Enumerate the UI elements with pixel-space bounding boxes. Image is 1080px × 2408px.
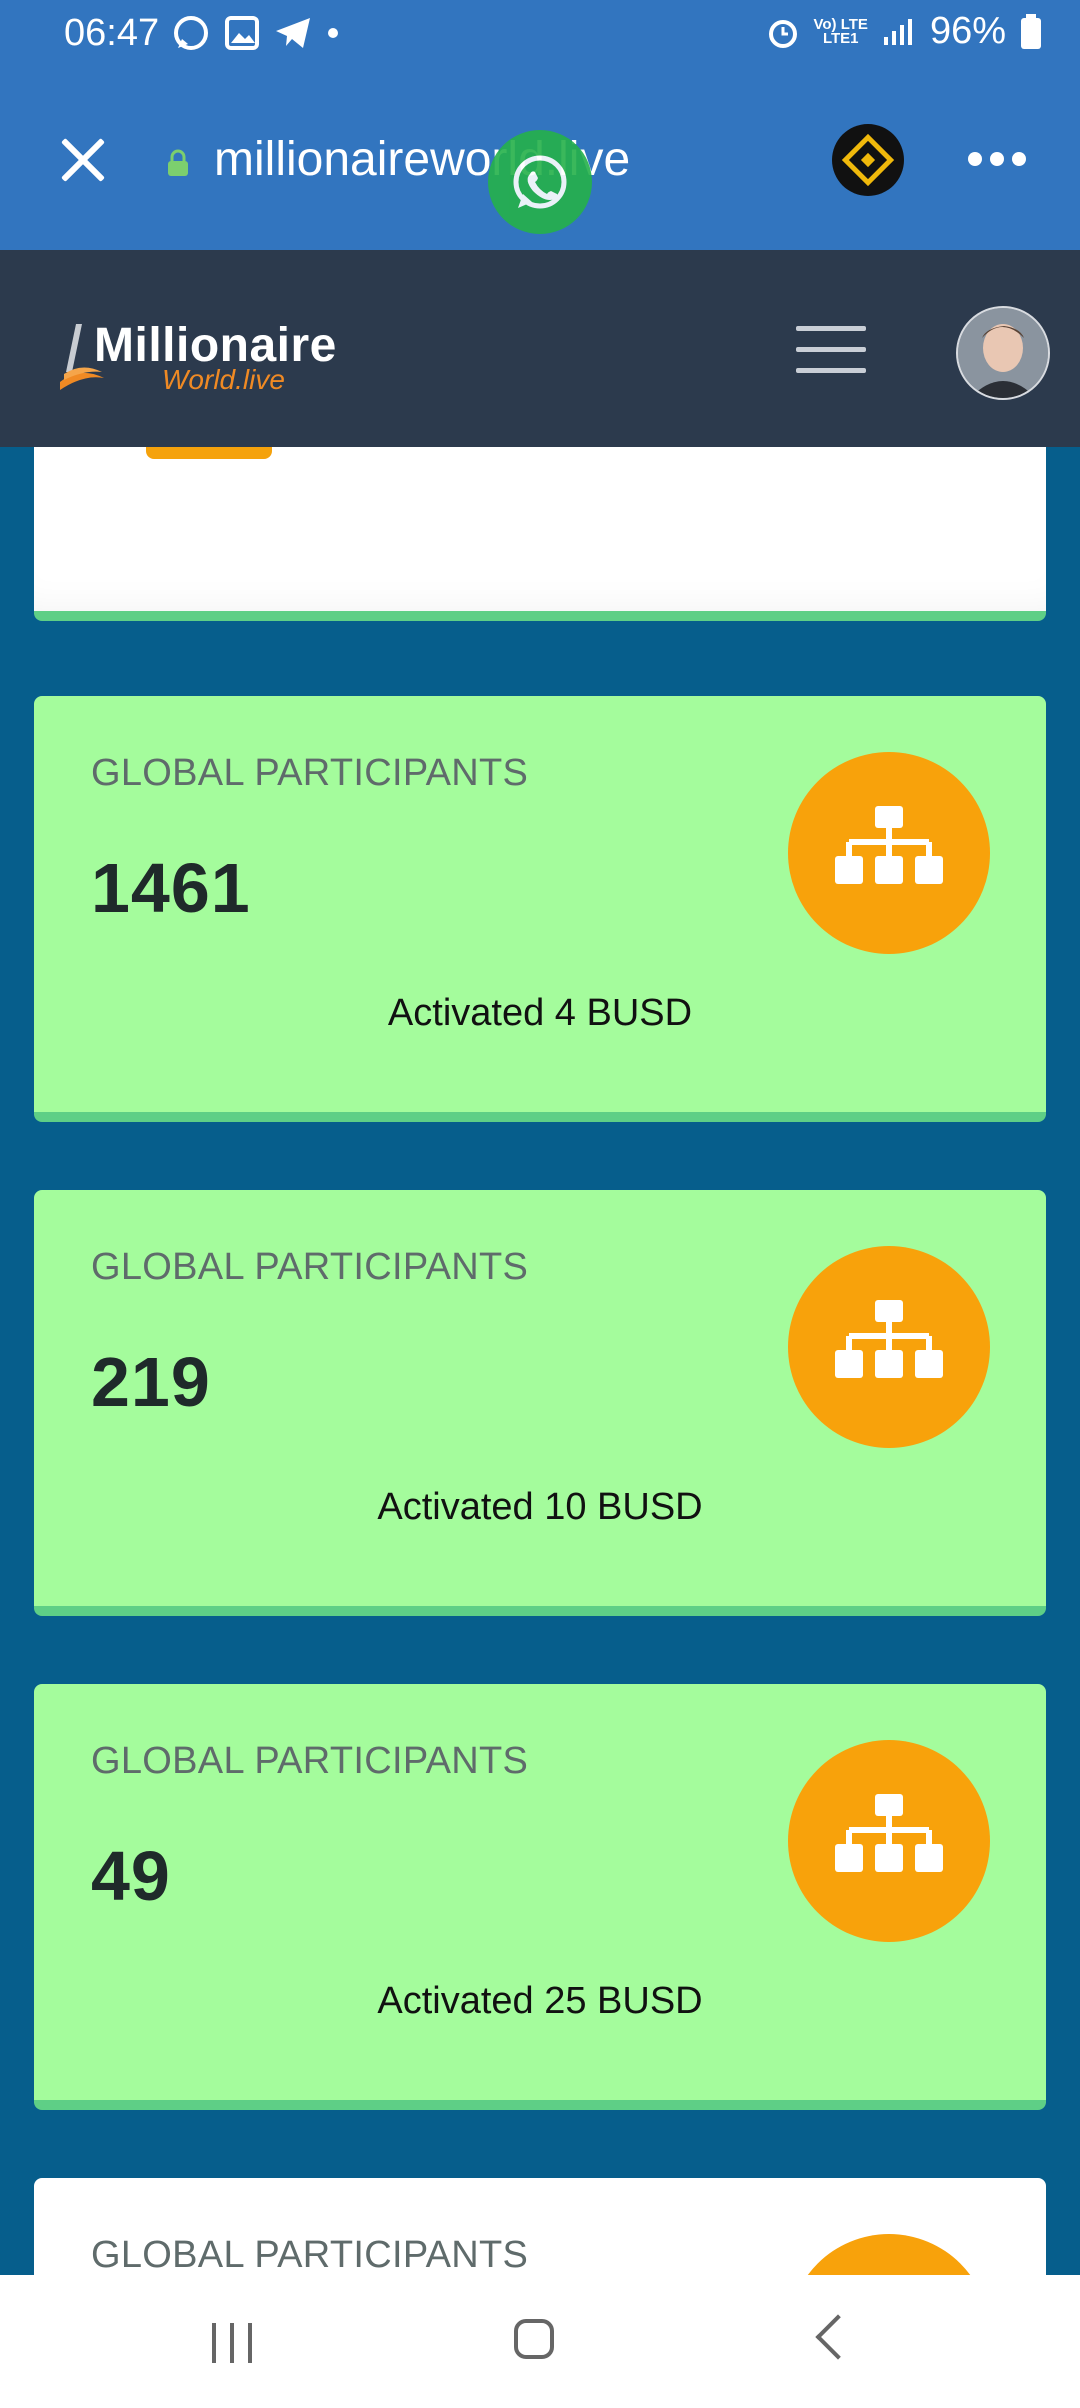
card-value: 49 (91, 1837, 171, 1915)
system-nav-bar (0, 2275, 1080, 2408)
user-avatar[interactable] (956, 306, 1050, 400)
card-label: GLOBAL PARTICIPANTS (91, 752, 529, 794)
notification-icons (172, 14, 340, 52)
site-header: Millionaire World.live (0, 250, 1080, 447)
card-value: 1461 (91, 849, 251, 927)
network-tree-icon (788, 2234, 990, 2275)
status-bar: 06:47 Vo) LTE LTE1 96% (0, 0, 1080, 70)
close-icon[interactable] (58, 136, 106, 184)
alarm-icon (768, 19, 797, 48)
logo-subtitle: World.live (162, 364, 285, 395)
battery-icon (1021, 13, 1041, 49)
card-value: 219 (91, 1343, 211, 1421)
participants-card: GLOBAL PARTICIPANTS (34, 2178, 1046, 2275)
lock-icon (168, 149, 188, 176)
more-options-icon[interactable] (968, 152, 1026, 166)
whatsapp-float-button[interactable] (488, 130, 592, 234)
card-subtitle: Activated 25 BUSD (377, 1980, 703, 2022)
card-subtitle: Activated 4 BUSD (387, 992, 693, 1034)
participants-card: GLOBAL PARTICIPANTS 219 Activated 10 BUS… (34, 1190, 1046, 1616)
signal-icon (883, 18, 912, 45)
network-tree-icon (788, 1740, 990, 1942)
network-indicator: Vo) LTE LTE1 (813, 15, 868, 47)
card-tab-badge (146, 447, 272, 459)
whatsapp-icon (513, 155, 567, 209)
previous-card (34, 447, 1046, 621)
back-icon[interactable] (815, 2314, 861, 2360)
whatsapp-notification-icon (174, 16, 208, 50)
site-logo[interactable]: Millionaire World.live (58, 318, 336, 395)
network-tree-icon (788, 752, 990, 954)
dashboard-content: GLOBAL PARTICIPANTS 1461 Activated 4 BUS… (0, 447, 1080, 2275)
menu-hamburger-icon[interactable] (796, 326, 866, 374)
home-icon[interactable] (514, 2319, 554, 2359)
card-label: GLOBAL PARTICIPANTS (91, 2234, 529, 2275)
participants-card: GLOBAL PARTICIPANTS 49 Activated 25 BUSD (34, 1684, 1046, 2110)
gallery-notification-icon (225, 16, 259, 50)
telegram-notification-icon (276, 18, 310, 48)
dot-notification-icon (328, 28, 338, 38)
binance-extension-icon[interactable] (832, 124, 904, 196)
card-subtitle: Activated 10 BUSD (377, 1486, 703, 1528)
recent-apps-icon[interactable] (212, 2323, 252, 2363)
battery-percent: 96% (929, 10, 1006, 52)
card-label: GLOBAL PARTICIPANTS (91, 1246, 529, 1288)
network-tree-icon (788, 1246, 990, 1448)
status-time: 06:47 (64, 12, 160, 54)
participants-card: GLOBAL PARTICIPANTS 1461 Activated 4 BUS… (34, 696, 1046, 1122)
card-label: GLOBAL PARTICIPANTS (91, 1740, 529, 1782)
status-right: Vo) LTE LTE1 96% (766, 10, 1043, 53)
